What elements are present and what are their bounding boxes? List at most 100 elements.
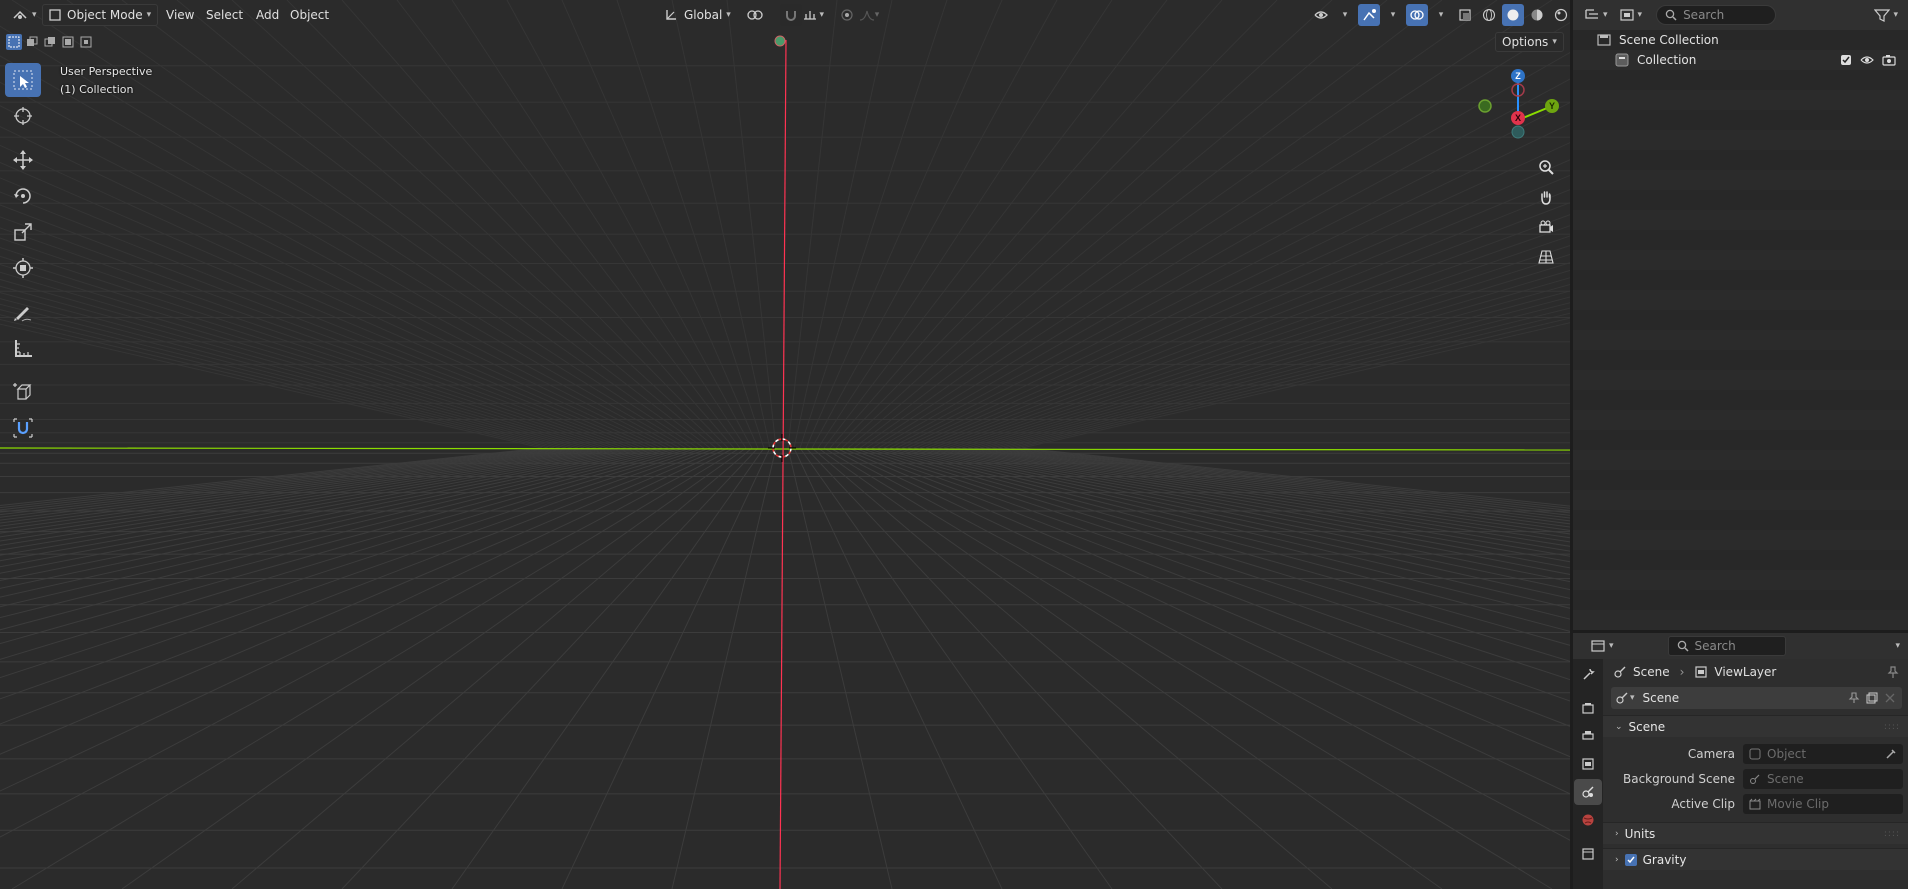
mode-label: Object Mode xyxy=(67,8,143,22)
transform-orientation-label: Global xyxy=(684,8,723,22)
tab-scene[interactable] xyxy=(1574,779,1602,805)
snap-toggle[interactable] xyxy=(780,4,802,26)
scale-tool[interactable] xyxy=(5,215,41,249)
snap-target-dropdown[interactable]: ▾ xyxy=(802,4,824,26)
outliner-row-collection[interactable]: Collection xyxy=(1573,50,1908,70)
drag-handle-icon[interactable]: :::: xyxy=(1884,829,1900,839)
menu-object[interactable]: Object xyxy=(284,4,335,26)
properties-header: ▾ Search ▾ xyxy=(1573,633,1908,659)
eyedropper-icon[interactable] xyxy=(1885,748,1897,760)
properties-search-input[interactable]: Search xyxy=(1667,636,1786,656)
outliner-editor-type[interactable] xyxy=(1581,4,1603,26)
gizmo-toggle[interactable] xyxy=(1358,4,1380,26)
transform-orientation-dropdown[interactable]: Global ▾ xyxy=(658,4,737,26)
measure-tool[interactable] xyxy=(5,331,41,365)
select-invert-button[interactable] xyxy=(60,34,76,50)
select-new-button[interactable] xyxy=(6,34,22,50)
background-scene-field[interactable]: Scene xyxy=(1743,768,1903,789)
scene-name-field[interactable]: Scene xyxy=(1643,691,1680,705)
pin-icon[interactable] xyxy=(1886,665,1900,679)
shading-rendered[interactable] xyxy=(1550,4,1570,26)
pan-button[interactable] xyxy=(1533,182,1559,212)
collection-tab-icon xyxy=(1582,848,1594,860)
outliner-header: ▾ ▾ Search ▾ xyxy=(1573,0,1908,30)
menu-add[interactable]: Add xyxy=(250,4,285,26)
tab-output[interactable] xyxy=(1574,723,1602,749)
navigation-gizmo[interactable]: Z Y X xyxy=(1472,66,1562,146)
menu-select[interactable]: Select xyxy=(200,4,249,26)
panel-gravity-header[interactable]: › Gravity xyxy=(1603,848,1908,870)
breadcrumb-separator: › xyxy=(1679,665,1685,679)
tab-collection[interactable] xyxy=(1574,841,1602,867)
outliner-tree: Scene Collection Collection xyxy=(1573,30,1908,70)
move-tool[interactable] xyxy=(5,143,41,177)
rotate-tool[interactable] xyxy=(5,179,41,213)
overlays-toggle[interactable] xyxy=(1406,4,1428,26)
filter-dropdown[interactable] xyxy=(1871,4,1893,26)
pivot-icon xyxy=(747,10,763,20)
annotate-tool[interactable] xyxy=(5,295,41,329)
pivot-point-dropdown[interactable] xyxy=(740,4,770,26)
cursor-tool[interactable] xyxy=(5,99,41,133)
tab-view-layer[interactable] xyxy=(1574,751,1602,777)
properties-editor[interactable]: ▾ Search ▾ Scene › ViewLayer ▾ Scene ⌄ S… xyxy=(1573,633,1908,889)
neg-z-axis-ball[interactable] xyxy=(1511,125,1525,139)
drag-handle-icon[interactable]: :::: xyxy=(1884,722,1900,732)
select-box-tool[interactable] xyxy=(5,63,41,97)
gizmo-dropdown[interactable]: ▾ xyxy=(1382,4,1404,26)
tab-world[interactable] xyxy=(1574,807,1602,833)
panel-scene-header[interactable]: ⌄ Scene :::: xyxy=(1603,715,1908,737)
options-dropdown[interactable]: Options ▾ xyxy=(1495,32,1564,52)
zoom-button[interactable] xyxy=(1533,152,1559,182)
solid-shading-icon xyxy=(1507,9,1519,21)
render-camera-icon[interactable] xyxy=(1882,54,1896,66)
select-intersect-button[interactable] xyxy=(78,34,94,50)
shading-material[interactable] xyxy=(1526,4,1548,26)
xray-toggle[interactable] xyxy=(1454,4,1476,26)
tab-tool[interactable] xyxy=(1574,661,1602,687)
visibility-dropdown[interactable] xyxy=(1310,4,1332,26)
shading-wireframe[interactable] xyxy=(1478,4,1500,26)
gravity-checkbox[interactable] xyxy=(1624,853,1637,866)
add-cube-tool[interactable] xyxy=(5,375,41,409)
proportional-edit-toggle[interactable] xyxy=(836,4,858,26)
panel-units-header[interactable]: › Units :::: xyxy=(1603,822,1908,844)
transform-icon xyxy=(13,258,33,278)
fake-user-icon[interactable] xyxy=(1848,692,1860,704)
camera-field[interactable]: Object xyxy=(1743,743,1903,764)
3d-viewport[interactable]: ▾ Object Mode ▾ View Select Add Object G… xyxy=(0,0,1570,889)
snap-tool[interactable] xyxy=(5,411,41,445)
falloff-dropdown[interactable]: ▾ xyxy=(858,4,880,26)
scene-selector[interactable]: ▾ Scene xyxy=(1611,687,1902,709)
camera-view-button[interactable] xyxy=(1533,212,1559,242)
shading-solid[interactable] xyxy=(1502,4,1524,26)
tab-render[interactable] xyxy=(1574,695,1602,721)
grid-perspective-icon xyxy=(1538,250,1554,264)
scene-collection-icon xyxy=(1597,34,1611,46)
outliner-search-input[interactable]: Search xyxy=(1656,5,1777,25)
outliner-row-scene-collection[interactable]: Scene Collection xyxy=(1573,30,1908,50)
delete-scene-icon[interactable] xyxy=(1884,692,1896,704)
active-clip-field[interactable]: Movie Clip xyxy=(1743,793,1903,814)
transform-tool[interactable] xyxy=(5,251,41,285)
select-extend-button[interactable] xyxy=(24,34,40,50)
neg-y-axis-ball[interactable] xyxy=(1478,99,1492,113)
select-intersect-icon xyxy=(80,36,92,48)
properties-options-chevron[interactable]: ▾ xyxy=(1895,641,1900,651)
overlays-dropdown[interactable]: ▾ xyxy=(1430,4,1452,26)
mode-dropdown[interactable]: Object Mode ▾ xyxy=(42,4,159,26)
visibility-chevron[interactable]: ▾ xyxy=(1334,4,1356,26)
snap-tool-icon xyxy=(13,418,33,438)
eye-icon[interactable] xyxy=(1860,54,1874,66)
viewport-info: User Perspective (1) Collection xyxy=(60,63,152,99)
select-subtract-button[interactable] xyxy=(42,34,58,50)
properties-editor-type[interactable] xyxy=(1587,635,1609,657)
move-icon xyxy=(13,150,33,170)
exclude-checkbox-icon[interactable] xyxy=(1840,54,1852,66)
menu-view[interactable]: View xyxy=(160,4,200,26)
editor-type-button[interactable]: ▾ xyxy=(6,4,43,26)
perspective-toggle-button[interactable] xyxy=(1533,242,1559,272)
new-scene-icon[interactable] xyxy=(1866,692,1878,704)
outliner[interactable]: ▾ ▾ Search ▾ Scene Collection Collection xyxy=(1573,0,1908,630)
display-mode-dropdown[interactable] xyxy=(1616,4,1638,26)
